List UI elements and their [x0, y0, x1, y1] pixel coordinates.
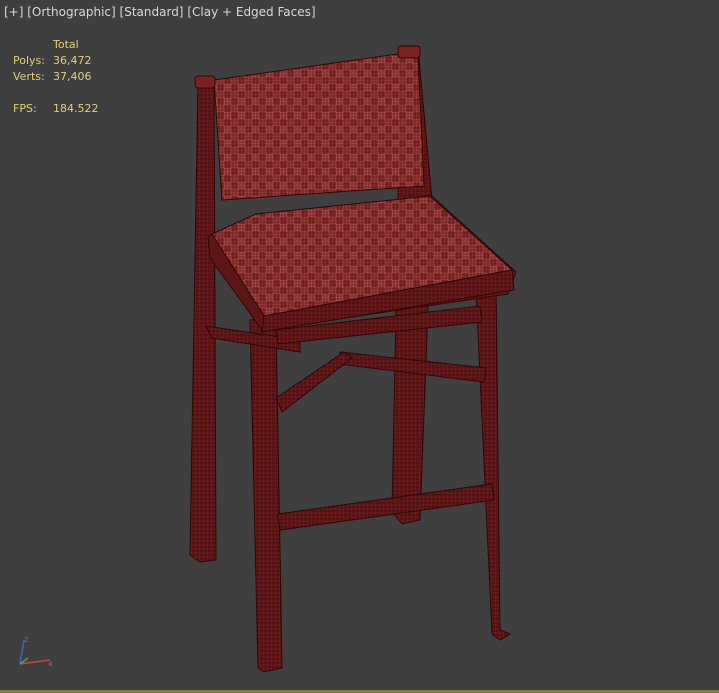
bar-stool-wireframe-icon[interactable]: [0, 0, 719, 690]
lower-front-stretcher: [277, 483, 495, 531]
axis-gizmo-icon: z x: [19, 635, 53, 668]
gizmo-x-label: x: [48, 659, 53, 668]
backrest-panel: [213, 51, 425, 201]
diagonal-stretcher: [275, 351, 353, 413]
gizmo-z-label: z: [24, 635, 28, 644]
back-left-leg: [189, 77, 217, 563]
front-left-leg: [249, 317, 283, 673]
front-right-leg: [475, 285, 512, 641]
viewport[interactable]: [+] [Orthographic] [Standard] [Clay + Ed…: [0, 0, 719, 690]
